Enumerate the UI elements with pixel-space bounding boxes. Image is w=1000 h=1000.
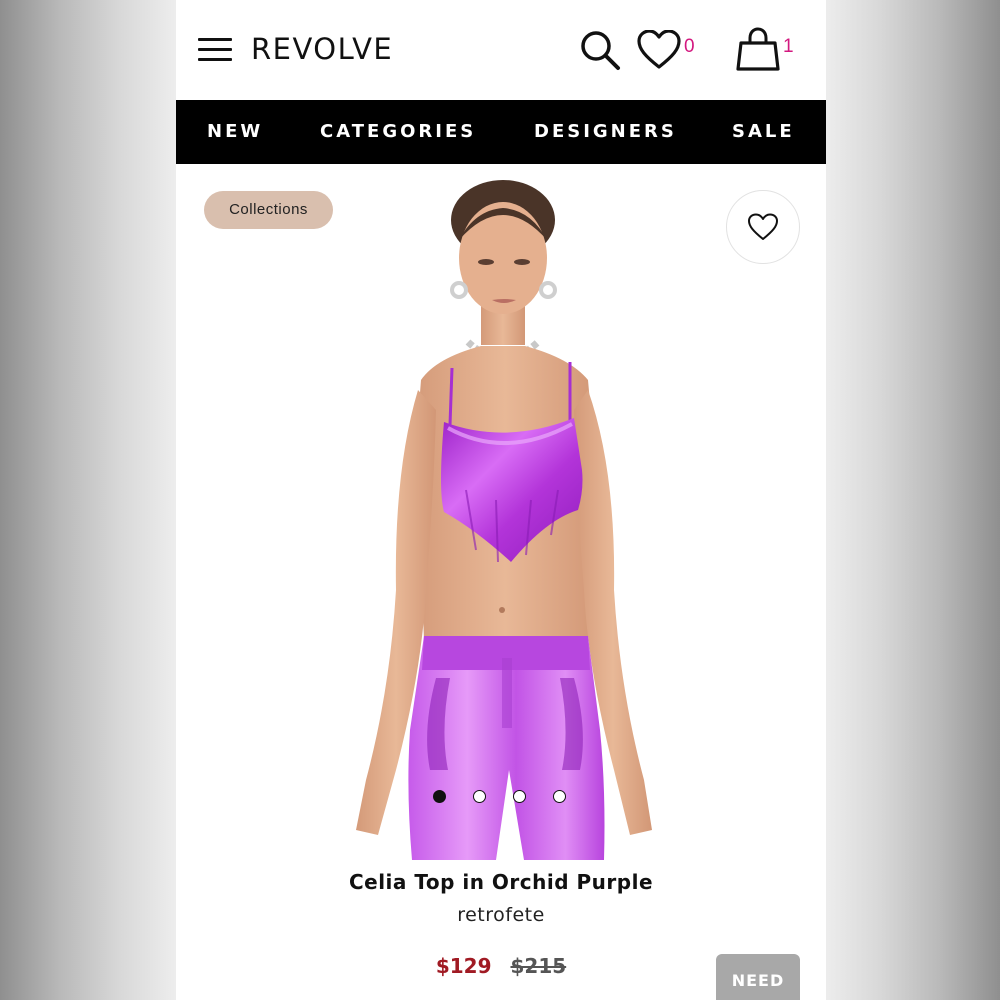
wishlist-heart-icon[interactable] [637, 29, 681, 70]
nav-designers[interactable]: DESIGNERS [534, 100, 677, 164]
carousel-dot-3[interactable] [513, 790, 526, 803]
wishlist-count: 0 [684, 36, 695, 57]
app-screen: REVOLVE 0 1 NEW CATEGORIES DESIGNERS SAL… [176, 0, 826, 1000]
product-image[interactable] [326, 170, 666, 860]
product-brand[interactable]: retrofete [176, 904, 826, 926]
image-carousel-dots [433, 790, 568, 806]
nav-sale[interactable]: SALE [732, 100, 795, 164]
heart-outline-icon [748, 213, 778, 240]
need-help-button[interactable]: NEED HELP? [716, 954, 800, 1000]
logo[interactable]: REVOLVE [251, 29, 393, 69]
bag-icon[interactable] [736, 26, 780, 72]
sale-price: $129 [435, 954, 492, 978]
original-price: $215 [510, 954, 567, 978]
main-nav: NEW CATEGORIES DESIGNERS SALE [176, 100, 826, 164]
bag-count: 1 [783, 36, 794, 57]
carousel-dot-4[interactable] [553, 790, 566, 803]
header: REVOLVE 0 1 [176, 0, 826, 100]
carousel-dot-1[interactable] [433, 790, 446, 803]
nav-categories[interactable]: CATEGORIES [320, 100, 476, 164]
menu-icon[interactable] [198, 38, 232, 62]
product-name[interactable]: Celia Top in Orchid Purple [176, 870, 826, 894]
collections-badge[interactable]: Collections [204, 191, 333, 229]
search-icon[interactable] [578, 28, 622, 72]
add-to-wishlist-button[interactable] [726, 190, 800, 264]
nav-new[interactable]: NEW [207, 100, 263, 164]
carousel-dot-2[interactable] [473, 790, 486, 803]
